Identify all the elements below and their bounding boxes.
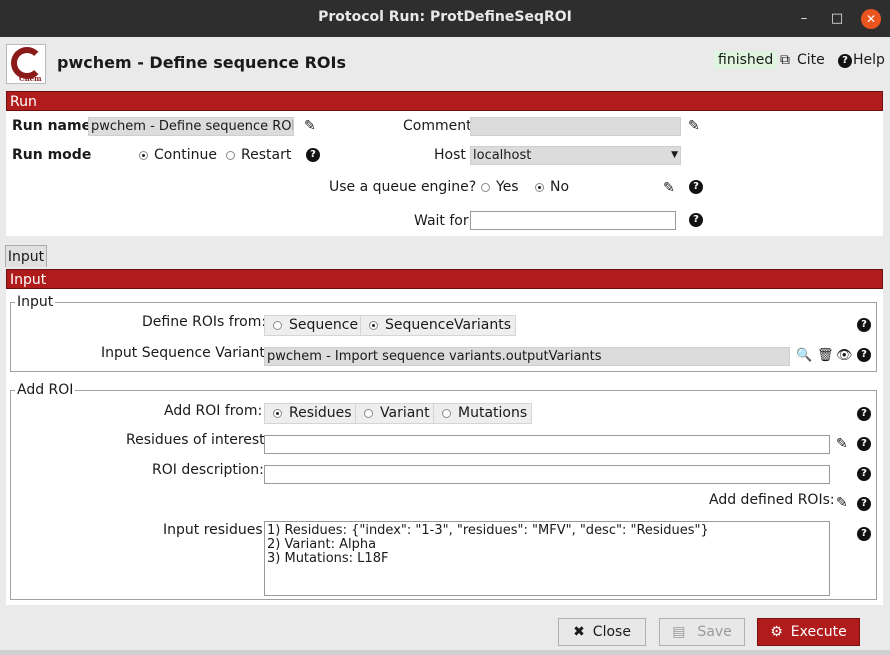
add-roi-from-help-icon[interactable]: ? [857,407,871,421]
comment-input[interactable] [470,117,681,136]
add-roi-mutations-option[interactable]: Mutations [433,403,533,424]
run-name-input[interactable]: pwchem - Define sequence ROIs [88,117,294,136]
run-mode-continue-label[interactable]: Continue [154,147,217,163]
input-variants-help-icon[interactable]: ? [857,348,871,362]
close-window-button[interactable]: ✕ [861,9,881,29]
queue-no-radio[interactable] [535,183,544,192]
roi-description-help-icon[interactable]: ? [857,467,871,481]
wait-for-help-icon[interactable]: ? [689,213,703,227]
queue-label: Use a queue engine? [329,179,477,195]
residues-help-icon[interactable]: ? [857,437,871,451]
help-link[interactable]: Help [853,52,885,68]
input-residues-line: 2) Variant: Alpha [267,537,377,552]
window-bottom-edge [0,650,890,655]
add-roi-residues-option[interactable]: Residues [264,403,357,424]
run-section-header: Run [6,91,883,111]
define-rois-sequence-option[interactable]: Sequence [264,315,364,336]
save-button[interactable]: ▤ Save [659,618,745,646]
add-defined-rois-label: Add defined ROIs: [709,492,835,508]
queue-help-icon[interactable]: ? [689,180,703,194]
queue-yes-radio[interactable] [481,183,490,192]
define-rois-variants-radio[interactable] [369,321,378,330]
trash-icon[interactable]: 🗑 [817,348,834,364]
input-residues-label: Input residues: [163,522,268,538]
logo-text: Chem [19,74,42,83]
roi-description-label: ROI description: [152,462,264,478]
residues-of-interest-input[interactable] [264,435,830,454]
add-roi-variant-option[interactable]: Variant [355,403,435,424]
protocol-window: Protocol Run: ProtDefineSeqROI – □ ✕ Che… [0,0,890,655]
add-roi-mutations-radio[interactable] [442,409,451,418]
roi-description-input[interactable] [264,465,830,484]
status-badge: finished [714,51,778,69]
add-roi-residues-radio[interactable] [273,409,282,418]
run-name-label: Run name [12,118,92,134]
chevron-down-icon: ▼ [671,150,678,160]
add-roi-group-legend: Add ROI [15,382,76,398]
define-rois-sequence-radio[interactable] [273,321,282,330]
wand-icon[interactable]: ✎ [836,436,848,452]
input-residues-help-icon[interactable]: ? [857,527,871,541]
add-defined-rois-wand-icon[interactable]: ✎ [836,495,848,511]
input-variants-label: Input Sequence Variants: [101,345,277,361]
protocol-title: pwchem - Define sequence ROIs [57,53,346,72]
scipion-chem-logo: Chem [6,44,46,84]
queue-yes-label[interactable]: Yes [496,179,519,195]
execute-button-label: Execute [790,624,847,640]
edit-comment-icon[interactable]: ✎ [688,118,700,134]
edit-run-name-icon[interactable]: ✎ [304,118,316,134]
queue-no-label[interactable]: No [550,179,569,195]
input-variants-field[interactable]: pwchem - Import sequence variants.output… [264,347,790,366]
edit-queue-icon[interactable]: ✎ [663,180,675,196]
save-button-label: Save [697,624,732,640]
define-rois-label: Define ROIs from: [142,314,267,330]
host-value: localhost [473,148,532,163]
protocol-header: Chem pwchem - Define sequence ROIs finis… [0,37,890,89]
input-residues-line: 3) Mutations: L18F [267,551,389,566]
execute-button[interactable]: ⚙ Execute [757,618,860,646]
input-residues-textarea[interactable]: 1) Residues: {"index": "1-3", "residues"… [264,521,830,596]
window-title: Protocol Run: ProtDefineSeqROI [318,9,572,25]
define-rois-variants-label: SequenceVariants [385,317,512,333]
close-button-label: Close [592,624,631,640]
add-roi-mutations-label: Mutations [458,405,528,421]
maximize-button[interactable]: □ [827,9,847,29]
tab-input[interactable]: Input [5,245,47,267]
wait-for-label: Wait for [414,213,469,229]
title-bar: Protocol Run: ProtDefineSeqROI – □ ✕ [0,0,890,37]
input-residues-line: 1) Residues: {"index": "1-3", "residues"… [267,523,709,538]
cite-icon[interactable]: ⧉ [780,52,790,68]
host-label: Host [434,147,466,163]
gear-icon: ⚙ [770,624,783,640]
add-roi-variant-label: Variant [380,405,430,421]
host-select[interactable]: localhost ▼ [470,146,681,165]
define-rois-sequence-label: Sequence [289,317,359,333]
add-roi-variant-radio[interactable] [364,409,373,418]
define-rois-help-icon[interactable]: ? [857,318,871,332]
close-x-icon: ✖ [573,624,585,640]
comment-label: Comment [403,118,472,134]
minimize-button[interactable]: – [794,9,814,29]
run-mode-restart-label[interactable]: Restart [241,147,291,163]
save-icon: ▤ [672,624,686,640]
residues-of-interest-label: Residues of interest: [126,432,270,448]
help-icon[interactable]: ? [838,54,852,68]
input-group-legend: Input [15,294,56,310]
search-icon[interactable]: 🔍 [796,348,812,364]
wait-for-input[interactable] [470,211,676,230]
run-mode-restart-radio[interactable] [226,151,235,160]
input-section-header: Input [6,269,883,289]
cite-link[interactable]: Cite [797,52,825,68]
define-rois-variants-option[interactable]: SequenceVariants [360,315,517,336]
run-mode-help-icon[interactable]: ? [306,148,320,162]
close-button[interactable]: ✖ Close [558,618,646,646]
run-mode-label: Run mode [12,147,92,163]
eye-icon[interactable]: 👁 [836,348,853,364]
add-roi-residues-label: Residues [289,405,352,421]
add-roi-from-label: Add ROI from: [164,403,263,419]
add-defined-rois-help-icon[interactable]: ? [857,497,871,511]
run-mode-continue-radio[interactable] [139,151,148,160]
